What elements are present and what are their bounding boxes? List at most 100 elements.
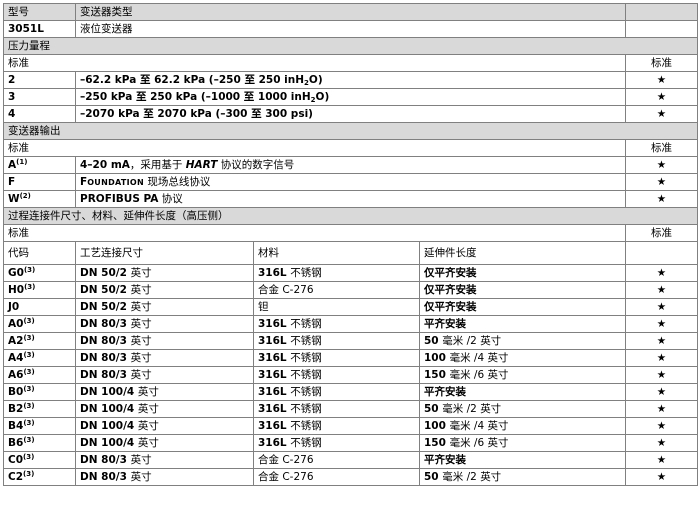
extension-unit: 毫米 /6	[449, 368, 488, 381]
table-row: W(2) PROFIBUS PA 协议 ★	[3, 190, 698, 208]
size-unit: 英寸	[130, 300, 152, 313]
star-icon: ★	[625, 105, 698, 123]
col-blank	[625, 241, 698, 265]
process-size: DN 80/3 英寸	[75, 315, 254, 333]
star-icon: ★	[625, 349, 698, 367]
size-value: DN 100/4	[80, 385, 138, 398]
output-code-text: W	[8, 192, 20, 205]
process-extension: 仅平齐安装	[419, 298, 626, 316]
size-unit: 英寸	[130, 334, 152, 347]
process-code: G0(3)	[3, 264, 76, 282]
range-low: –250 kPa	[80, 90, 136, 103]
table-row: A2(3) DN 80/3 英寸 316L 不锈钢 50 毫米 /2 英寸 ★	[3, 332, 698, 350]
process-size: DN 80/3 英寸	[75, 366, 254, 384]
material-grade: 316L	[258, 351, 291, 364]
material-grade: 316L	[258, 334, 291, 347]
size-unit: 英寸	[137, 419, 159, 432]
process-code: B2(3)	[3, 400, 76, 418]
table-row: J0 DN 50/2 英寸钽仅平齐安装 ★	[3, 298, 698, 316]
process-code: C2(3)	[3, 468, 76, 486]
material-name: 不锈钢	[290, 317, 322, 330]
footnote-ref: (2)	[19, 191, 31, 200]
header-transmitter-type: 变送器类型	[75, 3, 626, 21]
star-icon: ★	[625, 298, 698, 316]
process-code: B0(3)	[3, 383, 76, 401]
extension-unit: 毫米 /2	[442, 470, 481, 483]
material-name: 合金 C-276	[258, 470, 314, 483]
range-high: 250 kPa (–1000	[146, 90, 244, 103]
process-extension: 150 毫米 /6 英寸	[419, 434, 626, 452]
table-row: C2(3) DN 80/3 英寸 合金 C-276 50 毫米 /2 英寸 ★	[3, 468, 698, 486]
extension-value: 150	[424, 368, 450, 381]
range-rows: 2 –62.2 kPa 至 62.2 kPa (–250 至 250 inH2O)…	[3, 71, 698, 123]
extension-unit: 毫米 /2	[442, 402, 481, 415]
process-standard-row: 标准 标准	[3, 224, 698, 242]
standard-col-label: 标准	[625, 54, 698, 72]
material-name: 不锈钢	[290, 266, 322, 279]
material-grade: 316L	[258, 368, 291, 381]
process-extension: 仅平齐安装	[419, 264, 626, 282]
process-size: DN 50/2 英寸	[75, 264, 254, 282]
table-row: B6(3) DN 100/4 英寸 316L 不锈钢 150 毫米 /6 英寸 ★	[3, 434, 698, 452]
footnote-ref: (3)	[23, 350, 35, 359]
output-desc-part: PROFIBUS PA	[80, 192, 159, 205]
range-high-alt: 300 psi	[261, 107, 309, 120]
table-row: B0(3) DN 100/4 英寸 316L 不锈钢 平齐安装 ★	[3, 383, 698, 401]
process-column-header: 代码 工艺连接尺寸 材料 延伸件长度	[3, 241, 698, 265]
material-grade: 316L	[258, 266, 291, 279]
extension-value: 150	[424, 436, 450, 449]
extension-value: 100	[424, 419, 450, 432]
extension-unit-end: 英寸	[480, 470, 502, 483]
footnote-ref: (3)	[23, 316, 35, 325]
standard-label: 标准	[3, 224, 626, 242]
process-code: H0(3)	[3, 281, 76, 299]
footnote-ref: (3)	[23, 401, 35, 410]
process-size: DN 100/4 英寸	[75, 400, 254, 418]
process-size: DN 50/2 英寸	[75, 298, 254, 316]
process-code-text: A4	[8, 351, 24, 364]
col-material: 材料	[253, 241, 420, 265]
process-code-text: B0	[8, 385, 24, 398]
material-name: 不锈钢	[290, 334, 322, 347]
output-rows: A(1) 4–20 mA，采用基于 HART 协议的数字信号 ★ F FOUNDATIO…	[3, 156, 698, 208]
footnote-ref: (3)	[23, 333, 35, 342]
range-code: 3	[3, 88, 76, 106]
table-row: H0(3) DN 50/2 英寸 合金 C-276 仅平齐安装 ★	[3, 281, 698, 299]
process-extension: 平齐安装	[419, 315, 626, 333]
output-code: W(2)	[3, 190, 76, 208]
star-icon: ★	[625, 156, 698, 174]
range-desc: –62.2 kPa 至 62.2 kPa (–250 至 250 inH2O)	[75, 71, 626, 89]
process-size: DN 80/3 英寸	[75, 468, 254, 486]
size-value: DN 50/2	[80, 300, 131, 313]
process-material: 316L 不锈钢	[253, 383, 420, 401]
material-name: 合金 C-276	[258, 283, 314, 296]
process-material: 合金 C-276	[253, 281, 420, 299]
size-unit: 英寸	[130, 453, 152, 466]
process-material: 合金 C-276	[253, 451, 420, 469]
model-row: 3051L 液位变送器	[3, 20, 698, 38]
output-desc-part: HART	[185, 158, 218, 171]
size-unit: 英寸	[130, 470, 152, 483]
process-size: DN 80/3 英寸	[75, 349, 254, 367]
table-header-row: 型号 变送器类型	[3, 3, 698, 21]
range-high-alt: 1000 inH	[254, 90, 311, 103]
process-code-text: J0	[8, 300, 20, 313]
output-code: A(1)	[3, 156, 76, 174]
range-unit-end: O)	[308, 73, 323, 86]
section-process: 过程连接件尺寸、材料、延伸件长度（高压侧）	[3, 207, 698, 225]
extension-value: 仅平齐安装	[424, 283, 477, 296]
output-code: F	[3, 173, 76, 191]
col-size: 工艺连接尺寸	[75, 241, 254, 265]
extension-value: 平齐安装	[424, 317, 466, 330]
process-material: 316L 不锈钢	[253, 315, 420, 333]
size-unit: 英寸	[137, 385, 159, 398]
output-code-text: A	[8, 158, 17, 171]
output-desc: 4–20 mA，采用基于 HART 协议的数字信号	[75, 156, 626, 174]
process-code: A0(3)	[3, 315, 76, 333]
star-icon: ★	[625, 332, 698, 350]
model-blank	[625, 20, 698, 38]
extension-unit-end: 英寸	[487, 419, 509, 432]
table-row: 4 –2070 kPa 至 2070 kPa (–300 至 300 psi) ★	[3, 105, 698, 123]
process-code: A4(3)	[3, 349, 76, 367]
material-grade: 316L	[258, 402, 291, 415]
